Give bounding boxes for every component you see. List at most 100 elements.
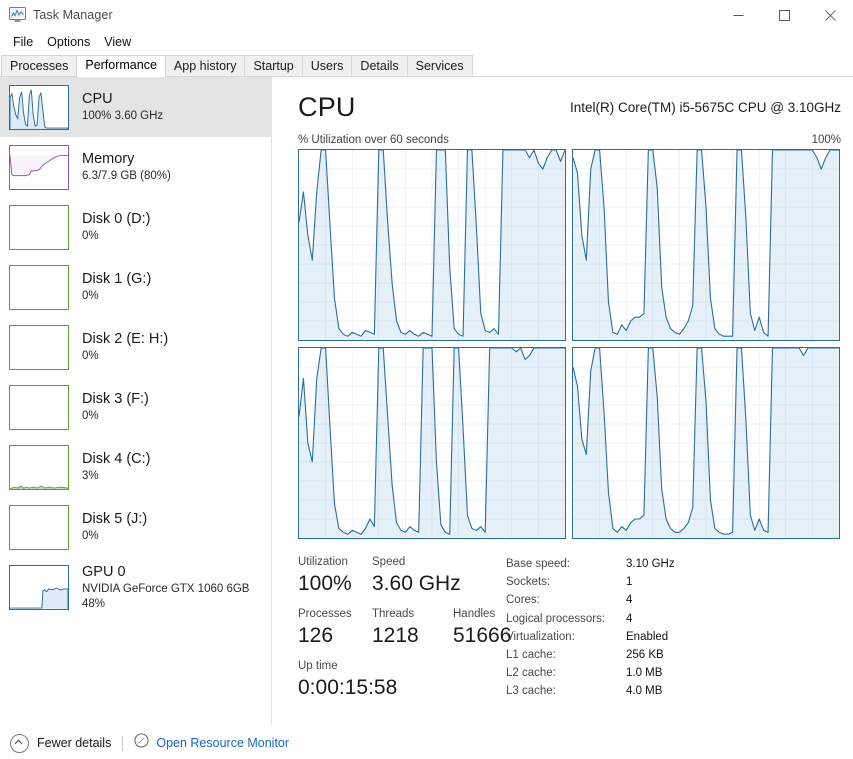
cpu-stat-key-up-time: Up time	[298, 660, 338, 672]
sidebar-item-text-disk-0: Disk 0 (D:) 0%	[82, 210, 150, 244]
menu-item-options[interactable]: Options	[41, 33, 98, 52]
cpu-stat-row-1: Processes 126 Threads 1218 Handles 51666	[298, 606, 511, 658]
cpu-model-name: Intel(R) Core(TM) i5-5675C CPU @ 3.10GHz	[569, 100, 841, 115]
sidebar-item-disk-4[interactable]: Disk 4 (C:) 3%	[0, 437, 271, 497]
sidebar-item-title-disk-5: Disk 5 (J:)	[82, 511, 148, 527]
content-area: CPU 100% 3.60 GHz Memory 6.3/7.9 GB (80%) Di…	[0, 77, 853, 725]
page-title: CPU	[298, 92, 356, 122]
sidebar-item-disk-3[interactable]: Disk 3 (F:) 0%	[0, 377, 271, 437]
minimize-icon	[733, 15, 743, 16]
cpu-spec-value-cores: 4	[626, 594, 633, 607]
sidebar-item-sub-disk-0: 0%	[82, 230, 99, 242]
cpu-graph-logical-processor-0[interactable]	[298, 149, 566, 341]
cpu-graph-logical-processor-1[interactable]	[572, 149, 840, 341]
cpu-stat-key-processes: Processes	[298, 608, 352, 620]
cpu-spec-l1-cache: L1 cache: 256 KB	[506, 649, 836, 667]
sidebar-item-sub-disk-3: 0%	[82, 410, 99, 422]
sidebar-item-title-disk-4: Disk 4 (C:)	[82, 451, 151, 467]
sidebar-item-title-memory: Memory	[82, 151, 135, 167]
tab-strip: Processes Performance App history Startu…	[0, 55, 853, 77]
cpu-stat-value-speed: 3.60 GHz	[372, 572, 461, 595]
tab-app-history[interactable]: App history	[164, 55, 246, 77]
sidebar-item-title-disk-2: Disk 2 (E: H:)	[82, 331, 169, 347]
sidebar-thumbnail-disk-5	[9, 504, 69, 550]
sidebar-item-gpu-0[interactable]: GPU 0 NVIDIA GeForce GTX 1060 6GB 48%	[0, 557, 271, 617]
sidebar-item-title-gpu-0: GPU 0	[82, 564, 126, 580]
cpu-stat-row-0: Utilization 100% Speed 3.60 GHz	[298, 554, 493, 606]
menu-item-file[interactable]: File	[7, 33, 41, 52]
cpu-spec-sockets: Sockets: 1	[506, 576, 836, 594]
window-title: Task Manager	[33, 8, 113, 22]
maximize-button[interactable]	[761, 0, 807, 31]
cpu-stat-key-speed: Speed	[372, 556, 406, 568]
sidebar-item-disk-0[interactable]: Disk 0 (D:) 0%	[0, 197, 271, 257]
sidebar-item-text-memory: Memory 6.3/7.9 GB (80%)	[82, 150, 171, 184]
tab-list: Processes Performance App history Startu…	[1, 55, 473, 77]
cpu-stat-processes: Processes 126	[298, 606, 352, 650]
menu-item-view[interactable]: View	[98, 33, 139, 52]
sidebar-thumbnail-gpu-0	[9, 564, 69, 610]
cpu-spec-value-virtualization: Enabled	[626, 630, 669, 643]
minimize-button[interactable]	[715, 0, 761, 31]
cpu-spec-key-sockets: Sockets:	[506, 576, 551, 589]
sidebar-item-title-disk-0: Disk 0 (D:)	[82, 211, 151, 227]
sidebar-item-memory[interactable]: Memory 6.3/7.9 GB (80%)	[0, 137, 271, 197]
task-manager-icon	[9, 7, 26, 23]
tab-services[interactable]: Services	[406, 55, 473, 77]
sidebar-item-text-disk-1: Disk 1 (G:) 0%	[82, 270, 151, 304]
tab-details[interactable]: Details	[351, 55, 408, 77]
footer-actions: Fewer details Open Resource Monitor	[10, 733, 289, 753]
title-bar-left: Task Manager	[9, 7, 113, 23]
sidebar-item-disk-5[interactable]: Disk 5 (J:) 0%	[0, 497, 271, 557]
cpu-spec-value-l3-cache: 4.0 MB	[626, 685, 663, 698]
cpu-spec-l3-cache: L3 cache: 4.0 MB	[506, 685, 836, 703]
sidebar-item-cpu[interactable]: CPU 100% 3.60 GHz	[0, 77, 271, 137]
cpu-stat-key-handles: Handles	[453, 608, 496, 620]
tab-performance[interactable]: Performance	[76, 55, 166, 77]
sidebar-item-text-disk-4: Disk 4 (C:) 3%	[82, 450, 150, 484]
sidebar-thumbnail-disk-1	[9, 264, 69, 310]
cpu-graph-logical-processor-3[interactable]	[572, 347, 840, 539]
cpu-stat-handles: Handles 51666	[453, 606, 511, 650]
cpu-stats-specs: Base speed: 3.10 GHz Sockets: 1 Cores: 4 Logic…	[506, 558, 836, 704]
sidebar-thumbnail-disk-2	[9, 324, 69, 370]
cpu-spec-key-l1-cache: L1 cache:	[506, 648, 556, 661]
cpu-spec-key-virtualization: Virtualization:	[506, 630, 575, 643]
sidebar-item-sub-memory: 6.3/7.9 GB (80%)	[82, 170, 171, 182]
cpu-stat-up-time: Up time 0:00:15:58	[298, 658, 397, 702]
cpu-stats: Utilization 100% Speed 3.60 GHz Processes 126…	[298, 554, 843, 704]
fewer-details-button[interactable]: Fewer details	[10, 733, 111, 753]
task-manager-window: Task Manager File Options View Processes…	[0, 0, 853, 759]
resource-monitor-label: Open Resource Monitor	[156, 736, 290, 750]
open-resource-monitor-link[interactable]: Open Resource Monitor	[134, 733, 289, 753]
close-icon	[824, 10, 836, 21]
sidebar-item-sub-gpu-0: NVIDIA GeForce GTX 1060 6GB	[82, 583, 250, 595]
close-button[interactable]	[807, 0, 853, 31]
cpu-spec-value-l2-cache: 1.0 MB	[626, 667, 663, 680]
cpu-graph-logical-processor-2[interactable]	[298, 347, 566, 539]
tab-startup[interactable]: Startup	[244, 55, 303, 77]
footer-bar: Fewer details Open Resource Monitor	[0, 725, 853, 759]
window-controls	[715, 0, 853, 31]
cpu-spec-key-cores: Cores:	[506, 594, 540, 607]
cpu-stats-primary: Utilization 100% Speed 3.60 GHz Processes 126…	[298, 554, 511, 710]
tab-users[interactable]: Users	[301, 55, 353, 77]
sidebar-item-disk-1[interactable]: Disk 1 (G:) 0%	[0, 257, 271, 317]
cpu-stat-value-threads: 1218	[372, 624, 419, 647]
resource-monitor-icon	[134, 733, 149, 753]
sidebar-thumbnail-disk-4	[9, 444, 69, 490]
sidebar-thumbnail-memory	[9, 144, 69, 190]
sidebar-item-disk-2[interactable]: Disk 2 (E: H:) 0%	[0, 317, 271, 377]
cpu-spec-value-base-speed: 3.10 GHz	[626, 558, 675, 570]
footer-divider	[122, 735, 124, 751]
chart-axis-label: % Utilization over 60 seconds	[298, 134, 449, 146]
sidebar-item-title-cpu: CPU	[82, 91, 113, 107]
sidebar-item-sub-disk-4: 3%	[82, 470, 99, 482]
cpu-stat-utilization: Utilization 100%	[298, 554, 352, 598]
cpu-stat-key-threads: Threads	[372, 608, 415, 620]
cpu-spec-key-l3-cache: L3 cache:	[506, 685, 556, 698]
tab-processes[interactable]: Processes	[1, 55, 78, 77]
cpu-stat-value-up-time: 0:00:15:58	[298, 676, 398, 699]
cpu-spec-value-l1-cache: 256 KB	[626, 648, 664, 661]
sidebar-item-sub-disk-5: 0%	[82, 530, 99, 542]
